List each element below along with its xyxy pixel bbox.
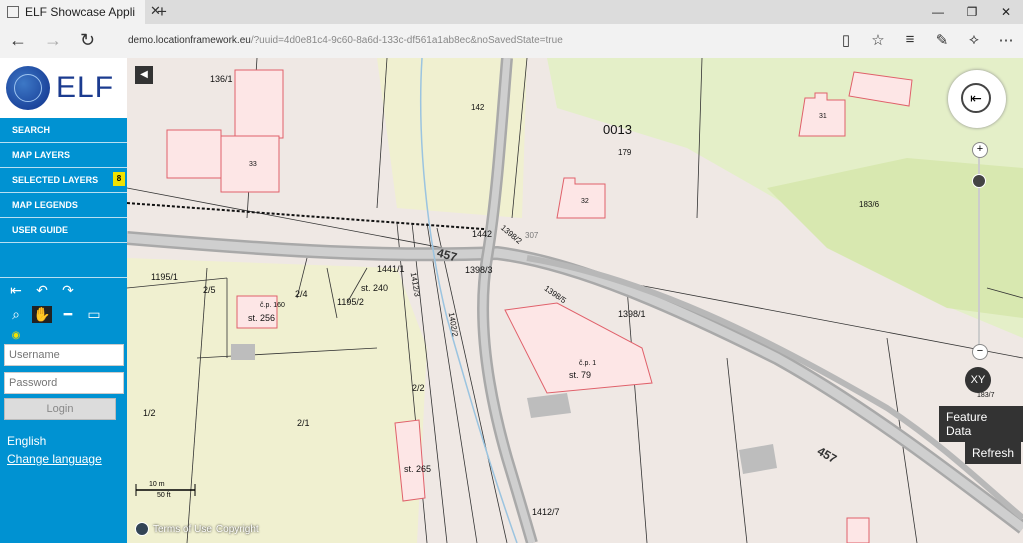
scale-bar: 10 m 50 ft xyxy=(135,481,196,499)
parcel-label: 1195/2 xyxy=(337,297,364,307)
browser-toolbar: ▯ ☆ ≡ ✎ ⟡ ⋯ xyxy=(837,31,1015,49)
building-label: st. 79 xyxy=(569,370,592,380)
page-favicon-icon xyxy=(7,6,19,18)
district-label: 0013 xyxy=(603,122,632,137)
parcel-label: 307 xyxy=(525,231,539,240)
menu-spacer xyxy=(0,243,127,278)
current-language: English xyxy=(7,434,47,448)
sidebar: ELF SEARCH MAP LAYERS SELECTED LAYERS 8 … xyxy=(0,58,127,543)
forward-icon[interactable]: → xyxy=(44,30,62,51)
refresh-page-icon[interactable]: ↻ xyxy=(80,30,95,51)
parcel-label: 31 xyxy=(819,113,827,120)
browser-tab[interactable]: ELF Showcase Applicatic ✕ xyxy=(0,0,161,24)
parcel-label: st. 240 xyxy=(361,283,389,293)
scale-metric-label: 10 m xyxy=(149,481,165,488)
menu-map-legends[interactable]: MAP LEGENDS xyxy=(0,193,127,218)
building-label: st. 265 xyxy=(404,464,432,474)
pan-hand-icon[interactable]: ✋ xyxy=(32,305,52,323)
refresh-button[interactable]: Refresh xyxy=(965,442,1022,464)
minimize-icon[interactable]: — xyxy=(921,0,955,24)
parcel-label: 183/6 xyxy=(859,200,880,209)
collapse-sidebar-icon[interactable]: ◀ xyxy=(135,66,153,84)
share-icon[interactable]: ⟡ xyxy=(965,31,983,49)
parcel-label: 32 xyxy=(581,198,589,205)
globe-icon xyxy=(6,66,50,110)
zoom-slider-handle[interactable] xyxy=(972,174,986,188)
building-number-label: č.p. 160 xyxy=(260,302,285,309)
reset-extent-icon[interactable]: ⇤ xyxy=(961,83,991,113)
login-button[interactable]: Login xyxy=(4,398,116,420)
new-tab-icon[interactable]: + xyxy=(157,2,167,22)
building xyxy=(846,517,870,543)
parcel-label: 2/4 xyxy=(295,289,308,299)
building-label: st. 256 xyxy=(248,313,276,323)
reading-view-icon[interactable]: ▯ xyxy=(837,31,855,49)
elf-logo: ELF xyxy=(0,58,127,118)
terms-of-use-link[interactable]: Terms of Use xyxy=(153,524,212,535)
pan-control[interactable]: ⇤ xyxy=(948,70,1006,128)
parcel-label: 142 xyxy=(471,103,485,112)
building-number-label: č.p. 1 xyxy=(579,360,597,367)
menu-user-guide[interactable]: USER GUIDE xyxy=(0,218,127,243)
parcel-label: 1398/1 xyxy=(618,309,646,319)
parcel-label: 2/5 xyxy=(203,285,216,295)
parcel-label: 1/2 xyxy=(143,408,156,418)
xy-button[interactable]: XY xyxy=(965,367,991,393)
feature-info-row: ◉ xyxy=(0,326,127,344)
change-language-link[interactable]: Change language xyxy=(7,452,127,466)
copyright-link[interactable]: Copyright xyxy=(216,524,259,535)
url-field[interactable]: demo.locationframework.eu/?uuid=4d0e81c4… xyxy=(128,35,563,46)
browser-tab-bar: ELF Showcase Applicatic ✕ + — ❐ ✕ xyxy=(0,0,1023,24)
web-note-icon[interactable]: ✎ xyxy=(933,31,951,49)
scale-imperial-label: 50 ft xyxy=(157,492,171,499)
measure-line-icon[interactable]: ━ xyxy=(58,306,78,323)
selected-layers-badge: 8 xyxy=(113,172,125,186)
hub-icon[interactable]: ≡ xyxy=(901,31,919,49)
address-bar: ← → ↻ demo.locationframework.eu/?uuid=4d… xyxy=(0,24,1023,59)
parcel-label: 2/1 xyxy=(297,418,310,428)
zoom-box-icon[interactable]: ⌕ xyxy=(6,306,26,323)
parcel-label: 136/1 xyxy=(210,74,233,84)
map-tools: ⌕ ✋ ━ ▭ xyxy=(0,302,127,326)
restore-icon[interactable]: ❐ xyxy=(955,0,989,24)
menu-map-layers[interactable]: MAP LAYERS xyxy=(0,143,127,168)
parcel-label: 33 xyxy=(249,161,257,168)
map-footer: Terms of Use Copyright xyxy=(135,522,259,536)
feature-data-button[interactable]: Feature Data xyxy=(939,406,1023,442)
parcel-label: 2/2 xyxy=(412,383,425,393)
favorite-star-icon[interactable]: ☆ xyxy=(869,31,887,49)
measure-area-icon[interactable]: ▭ xyxy=(84,306,104,323)
parcel-label: 1442 xyxy=(472,229,493,239)
map-view[interactable]: 136/1 33 142 0013 179 31 32 183/6 1442 1… xyxy=(127,58,1023,543)
menu-selected-layers[interactable]: SELECTED LAYERS 8 xyxy=(0,168,127,193)
parcel-label: 183/7 xyxy=(977,392,995,399)
parcel-label: 1441/1 xyxy=(377,264,405,274)
tab-title: ELF Showcase Applicatic xyxy=(25,5,135,19)
reset-view-icon[interactable]: ⇤ xyxy=(6,282,26,299)
parcel-label: 1398/3 xyxy=(465,265,493,275)
parcel-label: 179 xyxy=(618,148,632,157)
menu-selected-layers-label: SELECTED LAYERS xyxy=(12,175,99,185)
redo-icon[interactable]: ↷ xyxy=(58,282,78,299)
parcel-label: 1412/7 xyxy=(532,507,560,517)
back-icon[interactable]: ← xyxy=(9,30,27,51)
more-icon[interactable]: ⋯ xyxy=(997,31,1015,49)
menu-search[interactable]: SEARCH xyxy=(0,118,127,143)
zoom-out-button[interactable]: − xyxy=(972,344,988,360)
password-input[interactable] xyxy=(4,372,124,394)
parcel-label: 1195/1 xyxy=(151,272,178,282)
logo-text: ELF xyxy=(56,71,115,104)
close-window-icon[interactable]: ✕ xyxy=(989,0,1023,24)
window-controls: — ❐ ✕ xyxy=(921,0,1023,24)
feature-info-icon[interactable]: ◉ xyxy=(6,330,26,341)
history-tools: ⇤ ↶ ↷ xyxy=(0,278,127,302)
map-provider-icon xyxy=(135,522,149,536)
zoom-in-button[interactable]: + xyxy=(972,142,988,158)
map-canvas[interactable] xyxy=(127,58,1023,543)
undo-icon[interactable]: ↶ xyxy=(32,282,52,299)
username-input[interactable] xyxy=(4,344,124,366)
